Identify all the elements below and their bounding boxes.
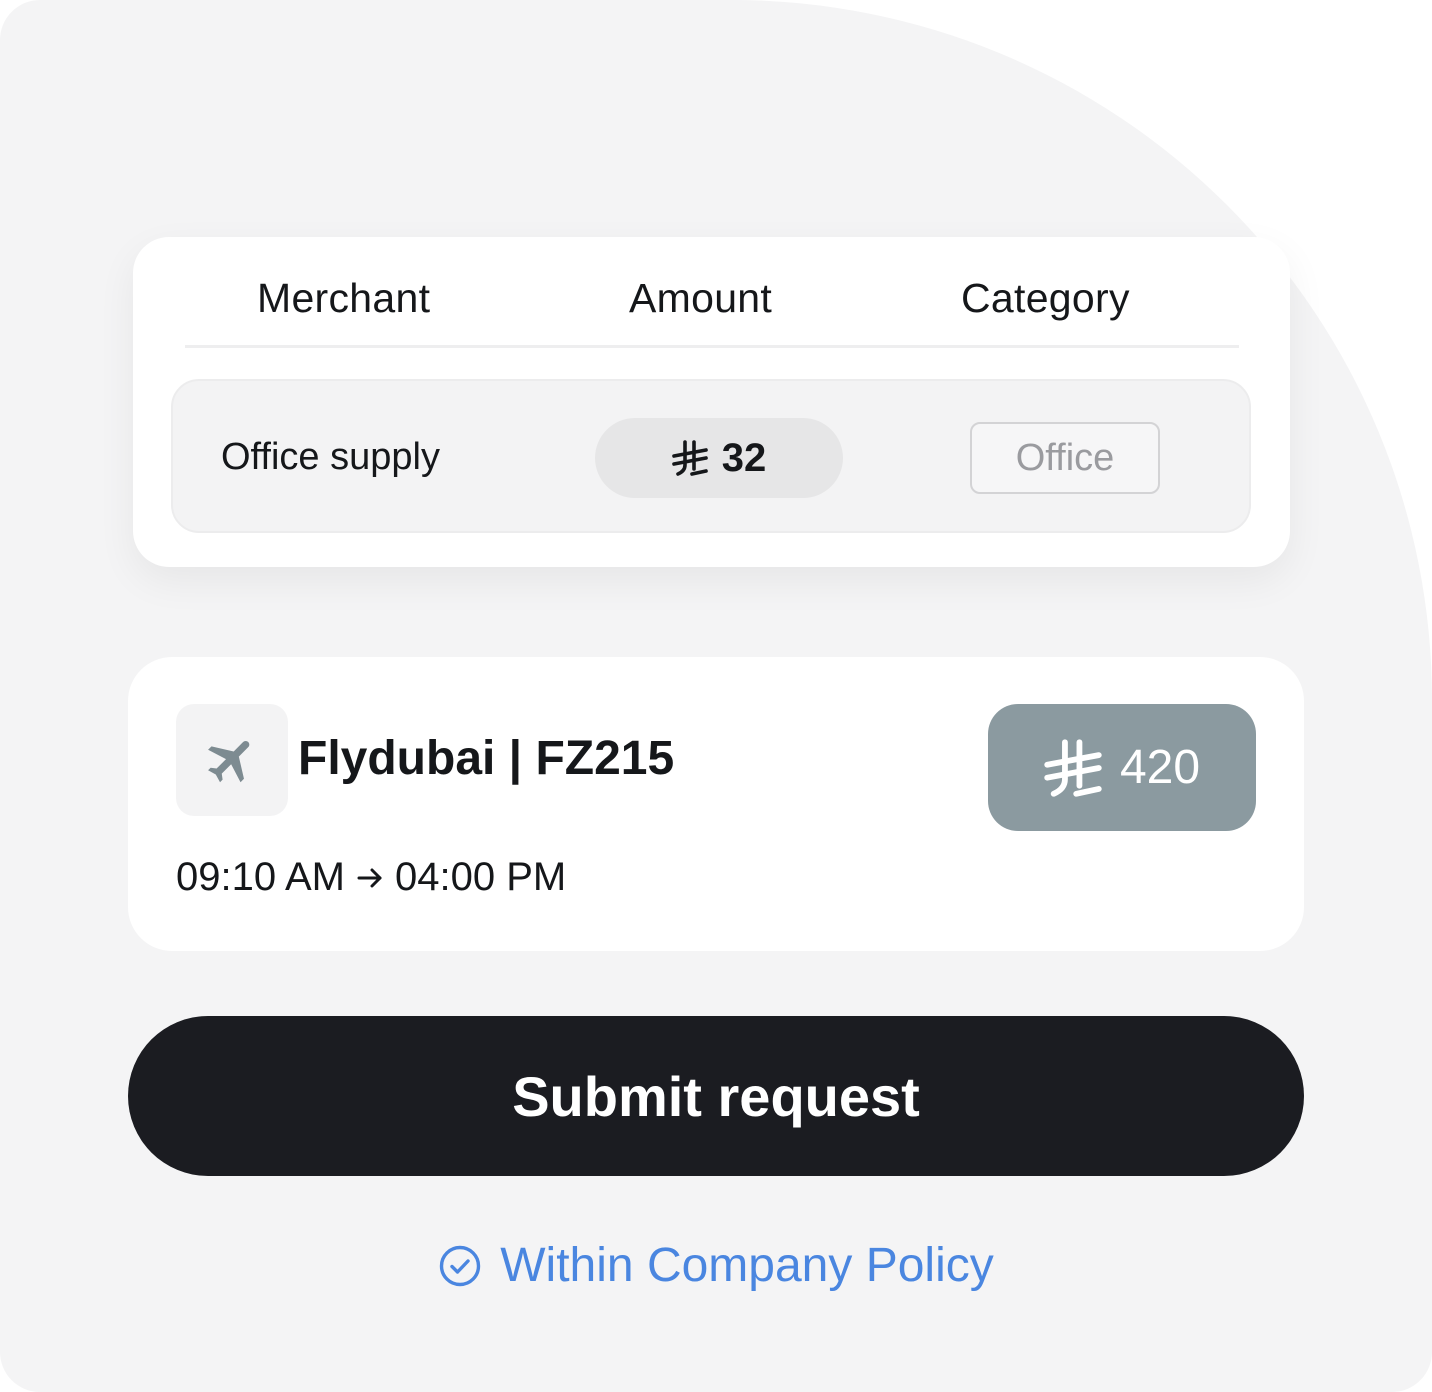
price-badge: 420 bbox=[988, 704, 1256, 831]
column-header-amount: Amount bbox=[629, 275, 773, 321]
flight-title: Flydubai | FZ215 bbox=[298, 732, 675, 785]
column-header-merchant: Merchant bbox=[257, 275, 431, 321]
flight-card[interactable]: Flydubai | FZ215 09:10 AM 04:00 PM 420 bbox=[128, 657, 1304, 951]
arrow-right-icon bbox=[357, 868, 382, 887]
check-circle-icon bbox=[440, 1245, 481, 1286]
amount-pill: 32 bbox=[595, 418, 843, 498]
riyal-currency-icon bbox=[1044, 738, 1102, 797]
category-chip[interactable]: Office bbox=[970, 422, 1160, 494]
amount-cell: 32 bbox=[721, 435, 767, 480]
riyal-currency-icon bbox=[671, 440, 708, 476]
table-header: Merchant Amount Category bbox=[185, 237, 1239, 348]
flight-time: 09:10 AM 04:00 PM bbox=[176, 855, 566, 900]
submit-request-button[interactable]: Submit request bbox=[128, 1016, 1304, 1176]
airline-icon-box bbox=[176, 704, 288, 816]
airplane-icon bbox=[208, 740, 250, 783]
column-header-category: Category bbox=[961, 275, 1130, 321]
arrival-time: 04:00 PM bbox=[395, 855, 567, 899]
policy-text: Within Company Policy bbox=[500, 1239, 994, 1292]
policy-status: Within Company Policy bbox=[0, 1238, 1432, 1293]
background-panel: Merchant Amount Category Office supply 3… bbox=[0, 0, 1432, 1392]
price-value: 420 bbox=[1119, 741, 1201, 794]
expense-table-card: Merchant Amount Category Office supply 3… bbox=[133, 237, 1290, 567]
merchant-cell: Office supply bbox=[221, 436, 440, 478]
departure-time: 09:10 AM bbox=[176, 855, 346, 899]
table-row[interactable]: Office supply 32 Office bbox=[171, 379, 1251, 533]
